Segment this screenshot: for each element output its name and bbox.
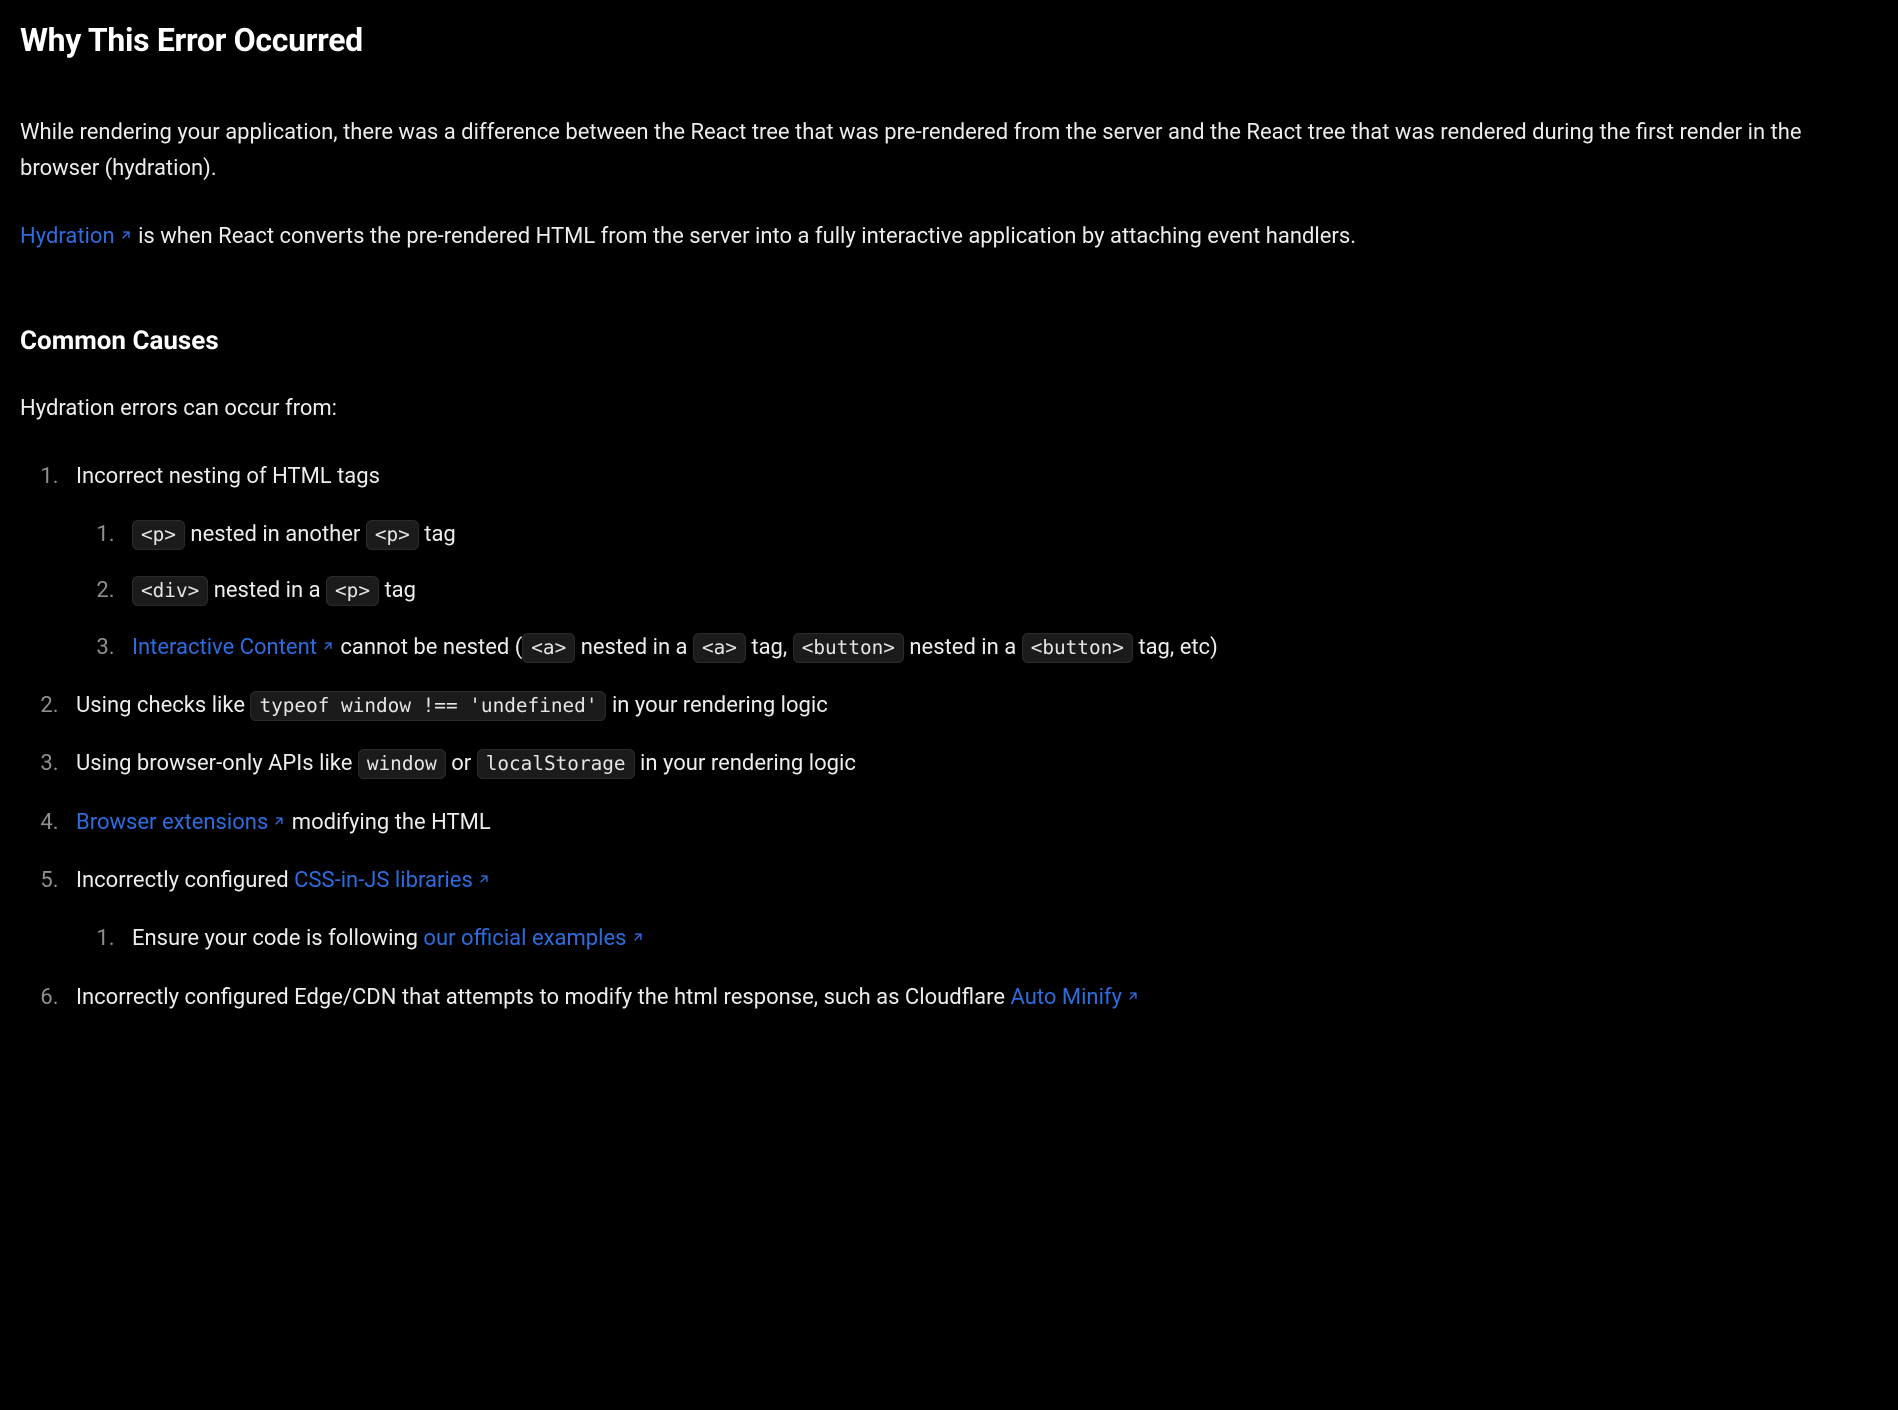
text: tag <box>379 578 416 603</box>
list-item: Browser extensions modifying the HTML <box>64 805 1840 841</box>
list-item: Incorrectly configured Edge/CDN that att… <box>64 980 1840 1016</box>
auto-minify-link[interactable]: Auto Minify <box>1011 985 1140 1010</box>
list-item: Using browser-only APIs like window or l… <box>64 746 1840 782</box>
text: Ensure your code is following <box>132 926 423 951</box>
list-item: Incorrectly configured CSS-in-JS librari… <box>64 863 1840 958</box>
link-text: Auto Minify <box>1011 985 1122 1010</box>
list-item: Interactive Content cannot be nested (<a… <box>120 630 1840 666</box>
external-link-icon <box>321 639 335 653</box>
link-text: Interactive Content <box>132 635 317 660</box>
causes-lead: Hydration errors can occur from: <box>20 391 1840 427</box>
list-item: Incorrect nesting of HTML tags <p> neste… <box>64 459 1840 666</box>
text: Using checks like <box>76 693 250 718</box>
interactive-content-link[interactable]: Interactive Content <box>132 635 335 660</box>
text: Incorrectly configured <box>76 868 294 893</box>
text: in your rendering logic <box>635 751 856 776</box>
link-text: our official examples <box>423 926 626 951</box>
text: nested in a <box>208 578 326 603</box>
text: tag <box>419 522 456 547</box>
nested-list: Ensure your code is following our offici… <box>76 921 1840 957</box>
code-inline: window <box>358 749 446 779</box>
text: nested in a <box>904 635 1022 660</box>
nested-list: <p> nested in another <p> tag <div> nest… <box>76 517 1840 666</box>
text: Using browser-only APIs like <box>76 751 358 776</box>
css-in-js-link[interactable]: CSS-in-JS libraries <box>294 868 491 893</box>
text: cannot be nested ( <box>335 635 522 660</box>
code-inline: <p> <box>132 520 185 550</box>
causes-list: Incorrect nesting of HTML tags <p> neste… <box>20 459 1840 1016</box>
browser-extensions-link[interactable]: Browser extensions <box>76 810 286 835</box>
list-item: Using checks like typeof window !== 'und… <box>64 688 1840 724</box>
intro-paragraph-2: Hydration is when React converts the pre… <box>20 219 1840 255</box>
common-causes-heading: Common Causes <box>20 320 1840 363</box>
code-inline: <p> <box>366 520 419 550</box>
code-inline: <a> <box>522 633 575 663</box>
code-inline: <div> <box>132 576 208 606</box>
code-inline: <button> <box>793 633 904 663</box>
external-link-icon <box>631 930 645 944</box>
code-inline: typeof window !== 'undefined' <box>250 691 606 721</box>
text: modifying the HTML <box>286 810 490 835</box>
list-item: <div> nested in a <p> tag <box>120 573 1840 609</box>
link-text: Hydration <box>20 224 115 249</box>
text: nested in a <box>575 635 693 660</box>
link-text: Browser extensions <box>76 810 268 835</box>
item-text: Incorrect nesting of HTML tags <box>76 464 380 489</box>
code-inline: <button> <box>1022 633 1133 663</box>
text: nested in another <box>185 522 366 547</box>
code-inline: localStorage <box>477 749 635 779</box>
intro-paragraph-1: While rendering your application, there … <box>20 115 1840 188</box>
code-inline: <p> <box>326 576 379 606</box>
external-link-icon <box>1126 989 1140 1003</box>
text: in your rendering logic <box>606 693 827 718</box>
intro-p2-rest: is when React converts the pre-rendered … <box>133 224 1356 249</box>
list-item: Ensure your code is following our offici… <box>120 921 1840 957</box>
code-inline: <a> <box>693 633 746 663</box>
external-link-icon <box>119 228 133 242</box>
text: Incorrectly configured Edge/CDN that att… <box>76 985 1011 1010</box>
page-title: Why This Error Occurred <box>20 14 1840 67</box>
official-examples-link[interactable]: our official examples <box>423 926 644 951</box>
text: tag, etc) <box>1133 635 1218 660</box>
text: or <box>446 751 477 776</box>
external-link-icon <box>477 872 491 886</box>
external-link-icon <box>272 814 286 828</box>
hydration-link[interactable]: Hydration <box>20 224 133 249</box>
text: tag, <box>746 635 793 660</box>
link-text: CSS-in-JS libraries <box>294 868 473 893</box>
list-item: <p> nested in another <p> tag <box>120 517 1840 553</box>
